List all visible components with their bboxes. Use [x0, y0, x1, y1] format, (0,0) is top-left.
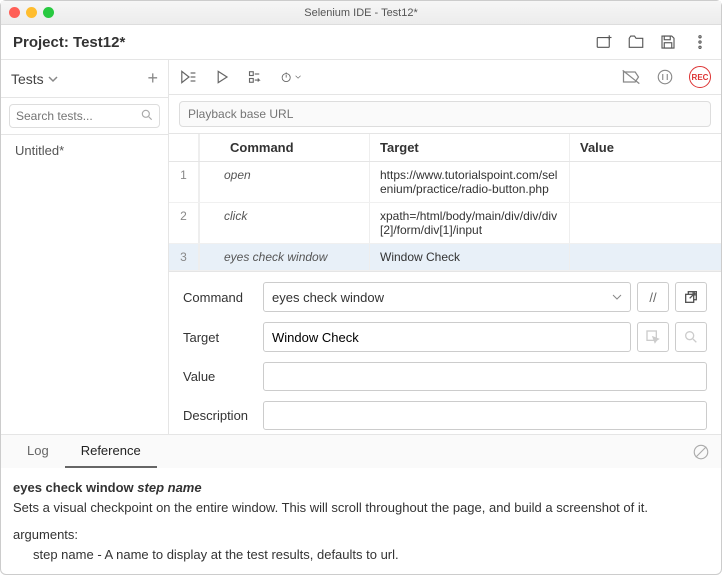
- base-url-input[interactable]: [179, 101, 711, 127]
- row-number: 2: [169, 203, 199, 243]
- header-value: Value: [569, 134, 721, 161]
- run-current-button[interactable]: [213, 67, 233, 87]
- speed-button[interactable]: [281, 67, 301, 87]
- window-title: Selenium IDE - Test12*: [1, 7, 721, 19]
- open-new-window-button[interactable]: [675, 282, 707, 312]
- test-item[interactable]: Untitled*: [1, 135, 168, 166]
- grid-header: Command Target Value: [169, 134, 721, 162]
- disable-breakpoints-icon[interactable]: [621, 67, 641, 87]
- toggle-comment-button[interactable]: //: [637, 282, 669, 312]
- ref-args-label: arguments:: [13, 525, 709, 545]
- clear-log-icon[interactable]: [691, 442, 711, 462]
- toolbar: REC: [169, 60, 721, 95]
- ref-arg-name: step name: [137, 480, 201, 495]
- value-label: Value: [183, 369, 263, 384]
- row-value: [569, 244, 721, 270]
- tab-log[interactable]: Log: [11, 435, 65, 468]
- record-button[interactable]: REC: [689, 66, 711, 88]
- run-all-button[interactable]: [179, 67, 199, 87]
- new-project-icon[interactable]: [595, 33, 613, 51]
- ref-description: Sets a visual checkpoint on the entire w…: [13, 498, 709, 518]
- row-command: open: [199, 162, 369, 202]
- find-target-button[interactable]: [675, 322, 707, 352]
- target-label: Target: [183, 330, 263, 345]
- add-test-button[interactable]: +: [147, 68, 158, 89]
- ref-args-detail: step name - A name to display at the tes…: [13, 545, 709, 565]
- search-icon: [140, 108, 154, 125]
- window-titlebar: Selenium IDE - Test12*: [1, 1, 721, 25]
- row-command: eyes check window: [199, 244, 369, 270]
- value-input[interactable]: [263, 362, 707, 391]
- bottom-tabs: Log Reference: [1, 434, 721, 468]
- row-command: click: [199, 203, 369, 243]
- row-target: https://www.tutorialspoint.com/selenium/…: [369, 162, 569, 202]
- chevron-down-icon: [612, 292, 622, 302]
- header-target: Target: [369, 134, 569, 161]
- open-project-icon[interactable]: [627, 33, 645, 51]
- command-label: Command: [183, 290, 263, 305]
- sidebar: Tests + Untitled*: [1, 60, 169, 434]
- table-row[interactable]: 1openhttps://www.tutorialspoint.com/sele…: [169, 162, 721, 203]
- tests-dropdown[interactable]: Tests: [11, 71, 58, 87]
- row-value: [569, 162, 721, 202]
- select-target-button[interactable]: [637, 322, 669, 352]
- project-bar: Project: Test12*: [1, 25, 721, 60]
- row-value: [569, 203, 721, 243]
- project-title: Project: Test12*: [13, 34, 125, 51]
- row-target: Window Check: [369, 244, 569, 270]
- row-number: 3: [169, 244, 199, 270]
- header-command: Command: [199, 134, 369, 161]
- description-label: Description: [183, 408, 263, 423]
- row-number: 1: [169, 162, 199, 202]
- description-input[interactable]: [263, 401, 707, 430]
- command-select[interactable]: eyes check window: [263, 282, 631, 312]
- chevron-down-icon: [48, 74, 58, 84]
- more-menu-icon[interactable]: [691, 33, 709, 51]
- chevron-down-icon: [295, 73, 301, 81]
- step-over-button[interactable]: [247, 67, 267, 87]
- search-tests-input[interactable]: [9, 104, 160, 128]
- test-list: Untitled*: [1, 135, 168, 434]
- table-row[interactable]: 2clickxpath=/html/body/main/div/div/div[…: [169, 203, 721, 244]
- save-project-icon[interactable]: [659, 33, 677, 51]
- command-editor: Command eyes check window // Target: [169, 272, 721, 450]
- target-input[interactable]: [263, 322, 631, 352]
- table-row[interactable]: 3eyes check windowWindow Check: [169, 244, 721, 271]
- row-target: xpath=/html/body/main/div/div/div[2]/for…: [369, 203, 569, 243]
- ref-command-name: eyes check window: [13, 480, 134, 495]
- command-grid: Command Target Value 1openhttps://www.tu…: [169, 134, 721, 272]
- tab-reference[interactable]: Reference: [65, 435, 157, 468]
- reference-panel: eyes check window step name Sets a visua…: [1, 468, 721, 574]
- pause-on-exception-icon[interactable]: [655, 67, 675, 87]
